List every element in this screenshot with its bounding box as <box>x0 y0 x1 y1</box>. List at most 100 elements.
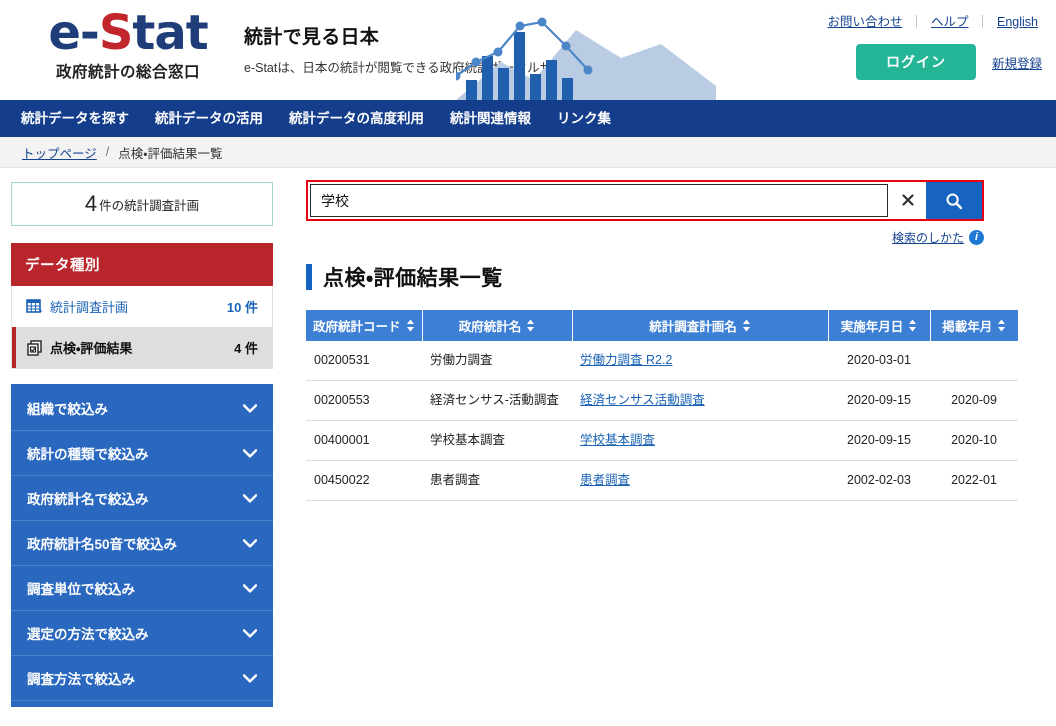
cell-implementation-date: 2002-02-03 <box>828 460 930 501</box>
filter-label: 調査方法で絞込み <box>27 672 135 687</box>
data-type-count: 4 件 <box>234 341 258 356</box>
table-row: 00400001 学校基本調査 学校基本調査 2020-09-15 2020-1… <box>306 420 1018 461</box>
documents-stack-icon <box>27 340 42 356</box>
data-type-item-evaluation-result[interactable]: 点検・評価結果 4 件 <box>12 327 272 368</box>
filter-label: 組織で絞込み <box>27 402 108 417</box>
chevron-down-icon <box>243 538 257 548</box>
magnifier-icon <box>946 193 963 209</box>
chevron-down-icon <box>243 448 257 458</box>
header-tagline: 統計で見る日本 e-Statは、日本の統計が閲覧できる政府統計ポータルサイトです <box>244 22 644 76</box>
result-count-label: 件の統計調査計画 <box>99 198 200 213</box>
cell-survey-plan-name: 労働力調査 R2.2 <box>572 341 828 381</box>
cell-implementation-date: 2020-03-01 <box>828 341 930 381</box>
data-type-item-survey-plan[interactable]: 統計調査計画 10 件 <box>12 286 272 327</box>
cell-implementation-date: 2020-09-15 <box>828 420 930 461</box>
col-implementation-date[interactable]: 実施年月日 <box>828 310 931 341</box>
cell-gov-stat-name: 経済センサス-活動調査 <box>422 380 572 421</box>
col-gov-stat-name[interactable]: 政府統計名 <box>422 310 573 341</box>
cell-publication-date <box>930 341 1018 381</box>
cell-gov-stat-name: 学校基本調査 <box>422 420 572 461</box>
main-content: 検索のしかた i 点検・評価結果一覧 <box>306 180 1034 501</box>
logo-wordmark: e-Stat <box>28 8 228 58</box>
tagline-heading: 統計で見る日本 <box>244 27 380 48</box>
chevron-down-icon <box>243 583 257 593</box>
title-accent-bar <box>306 264 312 290</box>
register-link[interactable]: 新規登録 <box>992 53 1042 72</box>
gnav-use-data[interactable]: 統計データの活用 <box>142 100 276 137</box>
chevron-down-icon <box>243 403 257 413</box>
data-type-label: 点検・評価結果 <box>50 341 133 356</box>
breadcrumb-current: 点検・評価結果一覧 <box>118 146 223 161</box>
sort-arrows-icon <box>742 319 750 332</box>
search-input[interactable] <box>310 184 888 217</box>
tagline-description: e-Statは、日本の統計が閲覧できる政府統計ポータルサイトです <box>244 61 603 75</box>
search-howto-link[interactable]: 検索のしかた <box>892 229 964 246</box>
col-header-label: 統計調査計画名 <box>649 320 737 334</box>
cell-gov-stat-name: 患者調査 <box>422 460 572 501</box>
gnav-advanced-data[interactable]: 統計データの高度利用 <box>276 100 437 137</box>
chevron-down-icon <box>243 673 257 683</box>
logo-text-post: tat <box>132 5 208 61</box>
links-separator-2: ｜ <box>976 15 989 29</box>
login-button[interactable]: ログイン <box>855 44 976 80</box>
col-header-label: 実施年月日 <box>840 320 904 334</box>
site-header: e-Stat 政府統計の総合窓口 統計で見る日本 e-Statは、日本の統計が閲… <box>0 0 1056 100</box>
search-submit-button[interactable] <box>926 182 982 219</box>
info-circle-icon[interactable]: i <box>969 230 984 245</box>
filter-label: 統計の種類で絞込み <box>27 447 149 462</box>
gnav-links[interactable]: リンク集 <box>544 100 624 137</box>
chevron-down-icon <box>243 493 257 503</box>
sort-arrows-icon <box>406 319 414 332</box>
help-link[interactable]: ヘルプ <box>931 15 969 29</box>
filter-organization[interactable]: 組織で絞込み <box>11 386 273 431</box>
contact-link[interactable]: お問い合わせ <box>827 15 902 29</box>
filter-survey-method[interactable]: 調査方法で絞込み <box>11 656 273 701</box>
col-header-label: 政府統計コード <box>312 320 401 334</box>
filter-label: 選定の方法で絞込み <box>27 627 149 642</box>
sort-arrows-icon <box>998 319 1006 332</box>
filter-label: 政府統計名50音で絞込み <box>27 537 178 552</box>
cell-gov-stat-name: 労働力調査 <box>422 341 572 381</box>
page-title: 点検・評価結果一覧 <box>306 262 1034 292</box>
filter-gov-statistic-kana[interactable]: 政府統計名50音で絞込み <box>11 521 273 566</box>
survey-plan-link[interactable]: 労働力調査 R2.2 <box>580 353 672 367</box>
page-title-text: 点検・評価結果一覧 <box>323 267 503 290</box>
table-row: 00200553 経済センサス-活動調査 経済センサス活動調査 2020-09-… <box>306 380 1018 421</box>
breadcrumb: トップページ / 点検・評価結果一覧 <box>0 137 1056 168</box>
col-survey-plan-name[interactable]: 統計調査計画名 <box>572 310 829 341</box>
sidebar: 4 件の統計調査計画 データ種別 統計調査計画 10 件 点検・評価結果 4 件… <box>11 182 273 707</box>
clear-search-button[interactable] <box>888 182 926 219</box>
gnav-related-info[interactable]: 統計関連情報 <box>437 100 544 137</box>
content-wrapper: 4 件の統計調査計画 データ種別 統計調査計画 10 件 点検・評価結果 4 件… <box>0 168 1056 707</box>
result-count-box: 4 件の統計調査計画 <box>11 182 273 226</box>
header-account-actions: ログイン 新規登録 <box>855 44 1042 80</box>
filter-label: 調査単位で絞込み <box>27 582 135 597</box>
survey-plan-link[interactable]: 経済センサス活動調査 <box>580 393 705 407</box>
results-table-body: 00200531 労働力調査 労働力調査 R2.2 2020-03-01 002… <box>306 341 1018 501</box>
survey-plan-link[interactable]: 学校基本調査 <box>580 433 655 447</box>
gnav-find-data[interactable]: 統計データを探す <box>8 100 142 137</box>
cell-gov-stat-code: 00200531 <box>306 341 422 381</box>
search-bar <box>306 180 984 221</box>
logo-text-accent: S <box>98 5 134 61</box>
filter-statistic-type[interactable]: 統計の種類で絞込み <box>11 431 273 476</box>
cell-gov-stat-code: 00200553 <box>306 380 422 421</box>
filter-selection-method[interactable]: 選定の方法で絞込み <box>11 611 273 656</box>
search-help-row: 検索のしかた i <box>306 229 984 246</box>
english-link[interactable]: English <box>997 15 1038 29</box>
cell-survey-plan-name: 患者調査 <box>572 460 828 501</box>
breadcrumb-home-link[interactable]: トップページ <box>22 143 97 162</box>
survey-plan-link[interactable]: 患者調査 <box>580 473 630 487</box>
col-gov-stat-code[interactable]: 政府統計コード <box>306 310 423 341</box>
logo-subtitle: 政府統計の総合窓口 <box>55 64 200 82</box>
col-header-label: 掲載年月 <box>942 320 993 334</box>
filter-survey-unit[interactable]: 調査単位で絞込み <box>11 566 273 611</box>
cell-survey-plan-name: 経済センサス活動調査 <box>572 380 828 421</box>
site-logo[interactable]: e-Stat 政府統計の総合窓口 <box>28 8 228 82</box>
filter-gov-statistic-name[interactable]: 政府統計名で絞込み <box>11 476 273 521</box>
cell-gov-stat-code: 00450022 <box>306 460 422 501</box>
data-type-count: 10 件 <box>226 300 258 315</box>
col-publication-date[interactable]: 掲載年月 <box>930 310 1018 341</box>
cell-publication-date: 2022-01 <box>930 460 1018 501</box>
table-grid-icon <box>26 299 42 313</box>
